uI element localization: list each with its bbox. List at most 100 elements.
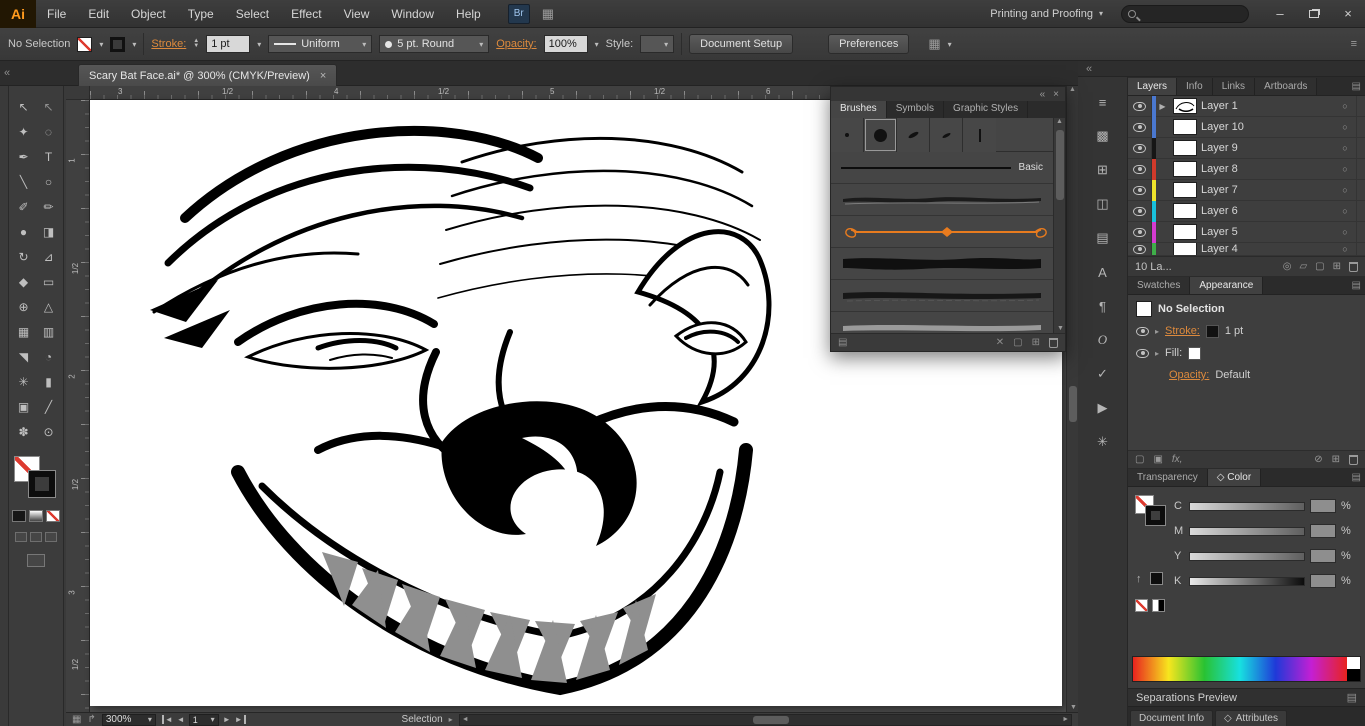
black-value-field[interactable]	[1310, 574, 1336, 588]
tab-color[interactable]: ◇ Color	[1207, 469, 1262, 486]
layer-thumbnail[interactable]	[1173, 203, 1197, 219]
eye-icon[interactable]	[1136, 348, 1149, 358]
layer-row[interactable]: Layer 5 ○	[1128, 221, 1365, 243]
tab-info[interactable]: Info	[1177, 78, 1213, 95]
add-effect-icon[interactable]: fx,	[1172, 454, 1183, 465]
brush-charcoal-rough[interactable]	[831, 280, 1065, 312]
selection-column[interactable]	[1356, 117, 1365, 137]
horizontal-scrollbar-thumb[interactable]	[753, 715, 790, 724]
direct-selection-tool[interactable]: ↖	[36, 94, 61, 119]
brush-taper-2[interactable]	[930, 118, 963, 152]
target-icon[interactable]: ○	[1334, 185, 1356, 195]
hand-tool[interactable]: ✽	[11, 419, 36, 444]
artboard-tool[interactable]: ▣	[11, 394, 36, 419]
tab-scroll-left-icon[interactable]: «	[4, 67, 10, 79]
brush-charcoal-thick[interactable]	[831, 248, 1065, 280]
expand-layer-icon[interactable]: ▶	[1156, 102, 1169, 111]
white-black-caps[interactable]	[1347, 657, 1360, 681]
selection-column[interactable]	[1356, 201, 1365, 221]
previous-artboard-button[interactable]: ◄	[177, 715, 185, 724]
status-menu-icon[interactable]: ▸	[449, 715, 453, 724]
line-segment-tool[interactable]: ╲	[11, 169, 36, 194]
fill-swatch-control[interactable]	[77, 36, 93, 52]
chevron-down-icon[interactable]: ▾	[99, 40, 103, 49]
appearance-stroke-row[interactable]: ▸ Stroke: 1 pt	[1128, 320, 1365, 342]
search-input[interactable]	[1142, 8, 1242, 19]
layer-name[interactable]: Layer 8	[1201, 163, 1334, 175]
glyphs-panel-icon[interactable]: O	[1089, 329, 1117, 351]
selection-column[interactable]	[1356, 243, 1365, 255]
scroll-up-icon[interactable]: ▲	[1056, 118, 1063, 125]
cyan-value-field[interactable]	[1310, 499, 1336, 513]
fill-color-swatch[interactable]	[1188, 346, 1202, 360]
menu-view[interactable]: View	[333, 0, 381, 28]
character-panel-icon[interactable]: A	[1089, 261, 1117, 283]
visibility-toggle[interactable]	[1128, 138, 1152, 158]
selection-column[interactable]	[1356, 96, 1365, 116]
scroll-down-icon[interactable]: ▼	[1070, 704, 1077, 711]
brush-definition-dropdown[interactable]: 5 pt. Round ▾	[379, 35, 490, 53]
close-button[interactable]: ×	[1331, 0, 1365, 28]
locate-object-icon[interactable]: ◎	[1283, 261, 1292, 272]
delete-item-icon[interactable]	[1349, 454, 1358, 465]
opacity-link[interactable]: Opacity:	[1169, 369, 1209, 381]
pen-tool[interactable]: ✒	[11, 144, 36, 169]
layer-thumbnail[interactable]	[1173, 119, 1197, 135]
opacity-link[interactable]: Opacity:	[496, 38, 536, 50]
brush-chalk-partial[interactable]	[831, 312, 1065, 333]
selection-column[interactable]	[1356, 180, 1365, 200]
tab-close-icon[interactable]: ×	[320, 70, 326, 82]
gradient-tool[interactable]: ▥	[36, 319, 61, 344]
none-button[interactable]	[46, 510, 60, 522]
separations-preview-bar[interactable]: Separations Preview ▤	[1128, 688, 1365, 706]
first-artboard-button[interactable]: ◄	[161, 715, 173, 724]
layer-row[interactable]: Layer 9 ○	[1128, 137, 1365, 159]
gradient-panel-icon[interactable]: ▩	[1089, 125, 1117, 147]
last-artboard-button[interactable]: ►	[235, 715, 246, 724]
clear-appearance-icon[interactable]: ⊘	[1314, 454, 1322, 465]
document-tab[interactable]: Scary Bat Face.ai* @ 300% (CMYK/Preview)…	[78, 64, 338, 86]
pixel-preview-icon[interactable]: ▦	[72, 714, 81, 725]
align-options-icon[interactable]: ▦	[928, 36, 940, 52]
artboard-number-field[interactable]: 1 ▾	[188, 713, 219, 726]
minimize-button[interactable]: –	[1263, 0, 1297, 28]
layer-row-clipped[interactable]: Layer 4 ○	[1128, 243, 1365, 256]
chevron-down-icon[interactable]: ▾	[595, 40, 599, 49]
layer-name[interactable]: Layer 7	[1201, 184, 1334, 196]
new-stroke-icon[interactable]: ▢	[1135, 454, 1144, 465]
transform-panel-icon[interactable]: ◫	[1089, 193, 1117, 215]
document-setup-button[interactable]: Document Setup	[689, 34, 794, 54]
rotate-tool[interactable]: ↻	[11, 244, 36, 269]
selection-column[interactable]	[1356, 222, 1365, 242]
black-slider[interactable]	[1189, 576, 1305, 586]
target-icon[interactable]: ○	[1334, 206, 1356, 216]
layer-row[interactable]: Layer 8 ○	[1128, 158, 1365, 180]
target-icon[interactable]: ○	[1334, 244, 1356, 254]
scroll-left-icon[interactable]: ◄	[462, 716, 469, 723]
brush-taper-1[interactable]	[897, 118, 930, 152]
menu-select[interactable]: Select	[225, 0, 280, 28]
visibility-toggle[interactable]	[1128, 243, 1152, 255]
menu-effect[interactable]: Effect	[280, 0, 332, 28]
workspace-switcher[interactable]: Printing and Proofing ▾	[990, 8, 1103, 20]
white-black-chip[interactable]	[1152, 599, 1165, 612]
flare-panel-icon[interactable]: ✳	[1089, 431, 1117, 453]
appearance-fill-row[interactable]: ▸ Fill:	[1128, 342, 1365, 364]
magenta-slider[interactable]	[1189, 526, 1305, 536]
column-graph-tool[interactable]: ▮	[36, 369, 61, 394]
brushes-panel-titlebar[interactable]: « ×	[831, 87, 1065, 101]
visibility-toggle[interactable]	[1128, 180, 1152, 200]
ellipse-tool[interactable]: ○	[36, 169, 61, 194]
search-box[interactable]	[1121, 4, 1249, 23]
layer-name[interactable]: Layer 9	[1201, 142, 1334, 154]
layer-thumbnail[interactable]	[1173, 243, 1197, 255]
draw-normal-button[interactable]	[15, 532, 27, 542]
draw-inside-button[interactable]	[45, 532, 57, 542]
visibility-toggle[interactable]	[1128, 222, 1152, 242]
stroke-weight-field[interactable]: 1 pt	[206, 35, 251, 53]
remove-brush-stroke-icon[interactable]: ✕	[996, 337, 1004, 348]
selection-column[interactable]	[1356, 138, 1365, 158]
stroke-link[interactable]: Stroke:	[1165, 325, 1200, 337]
export-icon[interactable]: ↱	[87, 714, 95, 725]
none-chip[interactable]	[1135, 599, 1148, 612]
